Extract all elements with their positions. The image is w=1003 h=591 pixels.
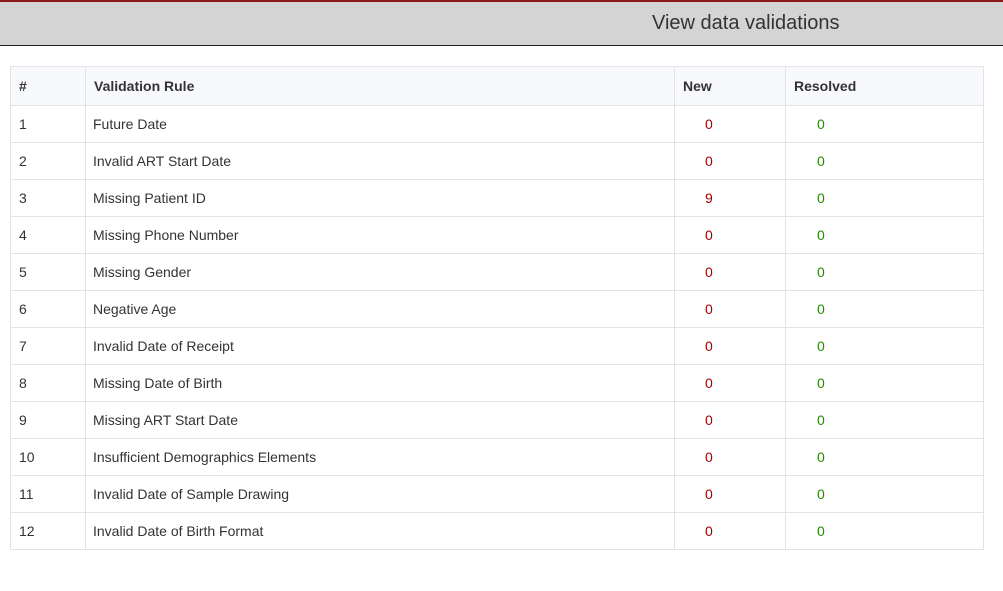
column-header-new: New xyxy=(674,66,786,106)
column-header-number: # xyxy=(10,66,86,106)
validations-table-container: # Validation Rule New Resolved 1 Future D… xyxy=(10,66,984,550)
table-row: 7 Invalid Date of Receipt 0 0 xyxy=(10,327,984,365)
table-body: 1 Future Date 0 0 2 Invalid ART Start Date 0 0 3… xyxy=(10,105,984,550)
row-resolved-count[interactable]: 0 xyxy=(785,142,984,180)
row-resolved-count[interactable]: 0 xyxy=(785,401,984,439)
table-row: 6 Negative Age 0 0 xyxy=(10,290,984,328)
row-validation-rule: Missing Date of Birth xyxy=(85,364,675,402)
table-row: 1 Future Date 0 0 xyxy=(10,105,984,143)
row-new-count[interactable]: 0 xyxy=(674,290,786,328)
page-title: View data validations xyxy=(652,12,840,34)
row-resolved-count[interactable]: 0 xyxy=(785,327,984,365)
row-validation-rule: Invalid Date of Receipt xyxy=(85,327,675,365)
row-new-count[interactable]: 0 xyxy=(674,327,786,365)
row-number: 1 xyxy=(10,105,86,143)
column-header-validation-rule: Validation Rule xyxy=(85,66,675,106)
column-header-resolved: Resolved xyxy=(785,66,984,106)
row-number: 3 xyxy=(10,179,86,217)
row-validation-rule: Negative Age xyxy=(85,290,675,328)
table-row: 5 Missing Gender 0 0 xyxy=(10,253,984,291)
row-number: 8 xyxy=(10,364,86,402)
table-header-row: # Validation Rule New Resolved xyxy=(10,66,984,106)
row-validation-rule: Insufficient Demographics Elements xyxy=(85,438,675,476)
table-row: 9 Missing ART Start Date 0 0 xyxy=(10,401,984,439)
row-new-count[interactable]: 0 xyxy=(674,512,786,550)
row-validation-rule: Invalid ART Start Date xyxy=(85,142,675,180)
row-new-count[interactable]: 0 xyxy=(674,142,786,180)
row-new-count[interactable]: 0 xyxy=(674,253,786,291)
table-row: 8 Missing Date of Birth 0 0 xyxy=(10,364,984,402)
table-row: 2 Invalid ART Start Date 0 0 xyxy=(10,142,984,180)
row-resolved-count[interactable]: 0 xyxy=(785,179,984,217)
row-resolved-count[interactable]: 0 xyxy=(785,512,984,550)
row-validation-rule: Invalid Date of Birth Format xyxy=(85,512,675,550)
row-number: 12 xyxy=(10,512,86,550)
table-row: 10 Insufficient Demographics Elements 0 0 xyxy=(10,438,984,476)
row-validation-rule: Future Date xyxy=(85,105,675,143)
table-row: 4 Missing Phone Number 0 0 xyxy=(10,216,984,254)
table-row: 12 Invalid Date of Birth Format 0 0 xyxy=(10,512,984,550)
validations-table: # Validation Rule New Resolved 1 Future D… xyxy=(10,66,984,550)
row-new-count[interactable]: 9 xyxy=(674,179,786,217)
row-resolved-count[interactable]: 0 xyxy=(785,105,984,143)
row-new-count[interactable]: 0 xyxy=(674,438,786,476)
row-number: 4 xyxy=(10,216,86,254)
page-header: View data validations xyxy=(0,0,1003,46)
row-resolved-count[interactable]: 0 xyxy=(785,364,984,402)
row-number: 6 xyxy=(10,290,86,328)
row-resolved-count[interactable]: 0 xyxy=(785,475,984,513)
row-number: 11 xyxy=(10,475,86,513)
table-row: 3 Missing Patient ID 9 0 xyxy=(10,179,984,217)
row-number: 9 xyxy=(10,401,86,439)
table-row: 11 Invalid Date of Sample Drawing 0 0 xyxy=(10,475,984,513)
row-validation-rule: Invalid Date of Sample Drawing xyxy=(85,475,675,513)
row-number: 2 xyxy=(10,142,86,180)
row-number: 7 xyxy=(10,327,86,365)
row-new-count[interactable]: 0 xyxy=(674,364,786,402)
row-resolved-count[interactable]: 0 xyxy=(785,216,984,254)
row-resolved-count[interactable]: 0 xyxy=(785,438,984,476)
row-new-count[interactable]: 0 xyxy=(674,105,786,143)
row-number: 5 xyxy=(10,253,86,291)
row-resolved-count[interactable]: 0 xyxy=(785,253,984,291)
row-resolved-count[interactable]: 0 xyxy=(785,290,984,328)
row-number: 10 xyxy=(10,438,86,476)
row-validation-rule: Missing ART Start Date xyxy=(85,401,675,439)
row-new-count[interactable]: 0 xyxy=(674,216,786,254)
row-validation-rule: Missing Phone Number xyxy=(85,216,675,254)
row-validation-rule: Missing Gender xyxy=(85,253,675,291)
row-new-count[interactable]: 0 xyxy=(674,401,786,439)
row-validation-rule: Missing Patient ID xyxy=(85,179,675,217)
row-new-count[interactable]: 0 xyxy=(674,475,786,513)
